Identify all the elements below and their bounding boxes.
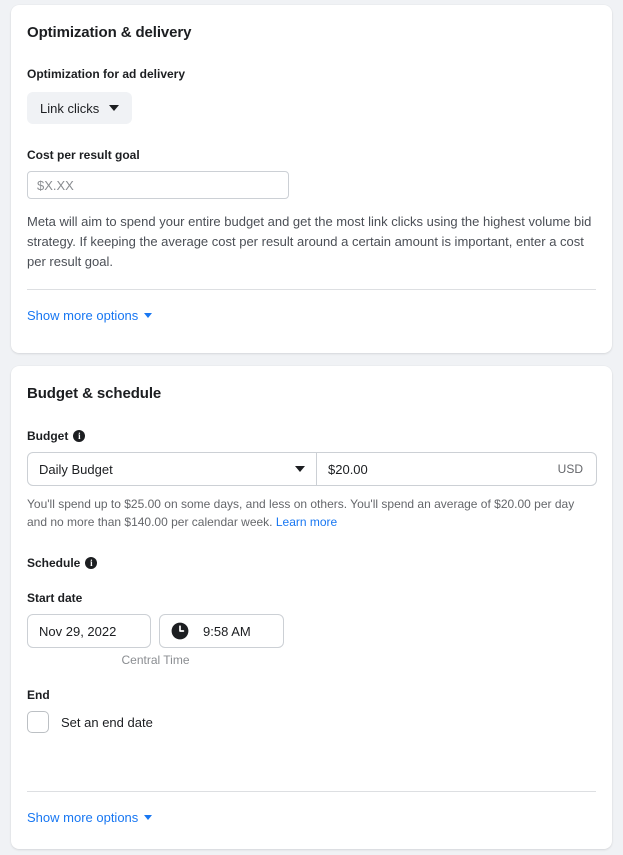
info-icon[interactable]: i — [85, 557, 98, 569]
optimization-dropdown-value: Link clicks — [40, 100, 100, 116]
start-time-input[interactable]: 9:58 AM — [159, 614, 284, 648]
chevron-down-icon — [109, 105, 120, 111]
page-title: Optimization & delivery — [27, 24, 192, 41]
budget-schedule-card: Budget & schedule Budget i Daily Budget … — [11, 366, 612, 849]
optimization-dropdown[interactable]: Link clicks — [27, 92, 133, 124]
optimization-show-more-label: Show more options — [27, 308, 139, 323]
optimization-help-text: Meta will aim to spend your entire budge… — [27, 214, 592, 269]
budget-show-more-options[interactable]: Show more options — [27, 810, 153, 825]
chevron-down-icon — [144, 815, 153, 820]
budget-note: You'll spend up to $25.00 on some days, … — [27, 495, 597, 531]
budget-type-value: Daily Budget — [39, 461, 113, 477]
budget-amount-value[interactable]: $20.00 — [328, 462, 368, 477]
optimization-delivery-card: Optimization & delivery Optimization for… — [11, 5, 612, 353]
budget-show-more-label: Show more options — [27, 810, 139, 825]
clock-icon — [171, 622, 189, 640]
set-end-date-row[interactable]: Set an end date — [27, 711, 596, 733]
start-date-input[interactable]: Nov 29, 2022 — [27, 614, 151, 648]
optimization-field-label: Optimization for ad delivery — [27, 67, 186, 81]
set-end-date-label[interactable]: Set an end date — [61, 715, 153, 730]
cost-per-result-goal-label: Cost per result goal — [27, 148, 140, 162]
start-time-value: 9:58 AM — [203, 623, 251, 639]
budget-amount-field[interactable]: $20.00 USD — [317, 452, 597, 486]
budget-divider — [27, 791, 596, 792]
budget-label-row: Budget i — [27, 429, 596, 443]
budget-type-dropdown[interactable]: Daily Budget — [27, 452, 317, 486]
optimization-show-more-options[interactable]: Show more options — [27, 308, 153, 323]
settings-page: Optimization & delivery Optimization for… — [0, 0, 623, 855]
start-date-value: Nov 29, 2022 — [39, 623, 117, 639]
schedule-label-row: Schedule i — [27, 556, 596, 570]
optimization-divider — [27, 289, 596, 290]
budget-combo-row: Daily Budget $20.00 USD — [27, 452, 597, 486]
info-icon[interactable]: i — [73, 430, 86, 442]
budget-currency-label: USD — [557, 462, 583, 476]
budget-learn-more-link[interactable]: Learn more — [276, 515, 337, 529]
budget-label: Budget — [27, 429, 69, 443]
end-label: End — [27, 688, 50, 702]
timezone-note: Central Time — [121, 653, 190, 667]
start-datetime-row: Nov 29, 2022 9:58 AM — [27, 614, 596, 648]
chevron-down-icon — [295, 466, 305, 472]
set-end-date-checkbox[interactable] — [27, 711, 49, 733]
chevron-down-icon — [144, 313, 153, 318]
start-date-label: Start date — [27, 591, 83, 605]
cost-per-result-goal-input[interactable] — [27, 171, 289, 199]
schedule-label: Schedule — [27, 556, 81, 570]
budget-schedule-title: Budget & schedule — [27, 385, 162, 402]
